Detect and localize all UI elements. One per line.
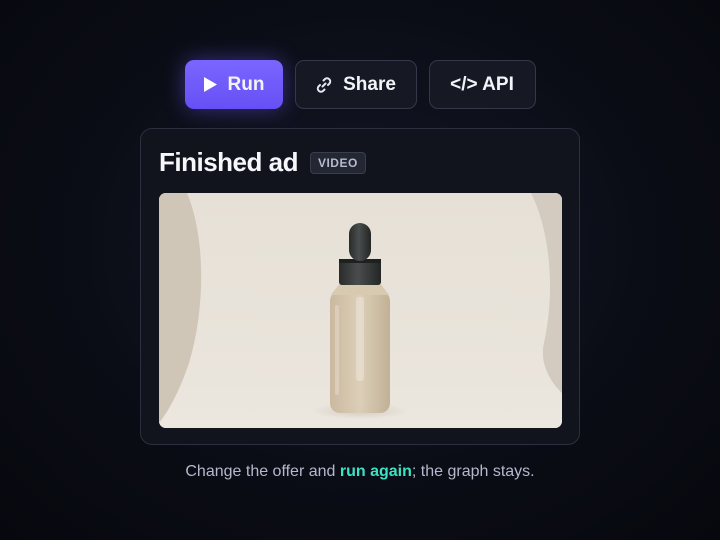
card-title: Finished ad (159, 147, 298, 177)
caption-text-after: ; the graph stays. (411, 463, 535, 480)
share-button[interactable]: Share (294, 60, 417, 109)
share-label: Share (343, 73, 396, 95)
run-button[interactable]: Run (184, 60, 283, 109)
video-player[interactable] (159, 193, 562, 428)
run-label: Run (227, 73, 265, 95)
link-icon (315, 76, 333, 94)
video-badge: VIDEO (309, 151, 366, 174)
caption-highlight: run again (339, 463, 412, 480)
card-header: Finished ad VIDEO (159, 147, 366, 178)
caption: Change the offer and run again; the grap… (0, 463, 720, 481)
finished-ad-card: Finished ad VIDEO (140, 128, 580, 445)
toolbar: Run Share </> API (0, 60, 720, 109)
serum-bottle-image (159, 193, 562, 428)
play-icon (203, 76, 218, 93)
api-button[interactable]: </> API (428, 60, 536, 109)
caption-text-before: Change the offer and (185, 463, 340, 480)
api-label: </> API (450, 73, 514, 95)
